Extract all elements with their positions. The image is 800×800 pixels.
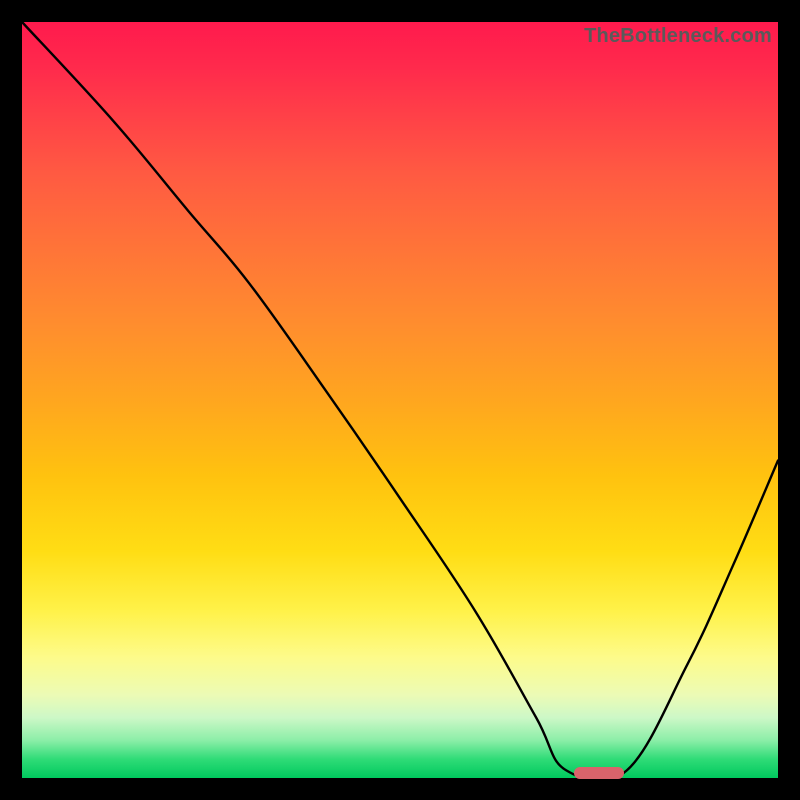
- chart-container: TheBottleneck.com: [0, 0, 800, 800]
- bottleneck-curve: [22, 22, 778, 778]
- optimum-marker: [574, 767, 624, 779]
- curve-path: [22, 22, 778, 781]
- plot-area: TheBottleneck.com: [22, 22, 778, 778]
